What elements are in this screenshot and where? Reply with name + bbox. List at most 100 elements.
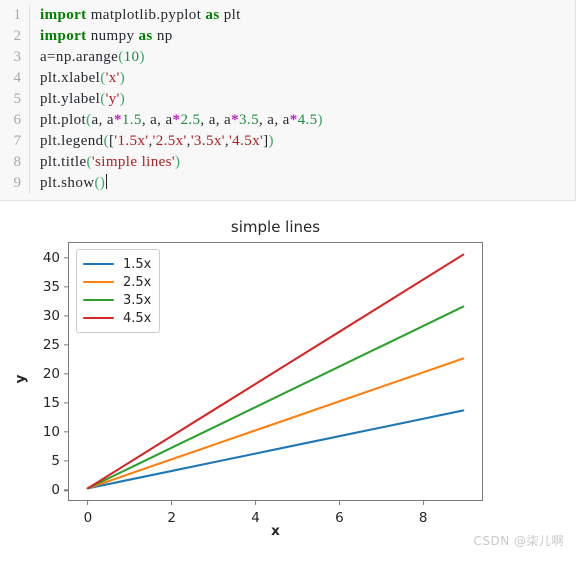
legend-entry: 2.5x	[83, 273, 151, 291]
code-token: )	[175, 154, 181, 170]
line-number: 5	[0, 89, 30, 110]
code-token: 10	[123, 49, 140, 65]
code-token: 1.5	[121, 112, 142, 128]
code-token: )	[99, 175, 106, 191]
code-token: 'simple lines'	[91, 154, 176, 170]
code-line[interactable]: 7 plt.legend(['1.5x','2.5x','3.5x','4.5x'…	[0, 131, 575, 152]
code-token: '1.5x'	[114, 133, 149, 149]
code-editor-panel[interactable]: 1 import matplotlib.pyplot as plt 2 import …	[0, 0, 576, 201]
x-axis-tick: 2	[167, 500, 176, 526]
data-series-line	[88, 307, 463, 489]
code-token: '2.5x'	[152, 133, 187, 149]
legend-label: 4.5x	[123, 310, 152, 326]
code-token: , a, a	[141, 112, 173, 128]
code-token: as	[138, 28, 153, 44]
x-axis-tick: 8	[419, 500, 428, 526]
code-line-text: plt.legend(['1.5x','2.5x','3.5x','4.5x']…	[30, 131, 274, 152]
code-token: )	[119, 91, 126, 107]
text-cursor	[106, 174, 108, 189]
legend-entry: 1.5x	[83, 255, 151, 273]
code-lines-container: 1 import matplotlib.pyplot as plt 2 import …	[0, 5, 575, 194]
legend-entry: 4.5x	[83, 309, 151, 327]
code-token: plt.plot	[40, 112, 87, 128]
legend-label: 2.5x	[123, 274, 152, 290]
legend-color-swatch	[83, 316, 114, 320]
code-token: )	[268, 133, 274, 149]
watermark: CSDN @柒儿啊	[473, 534, 564, 548]
code-line-text: import numpy as np	[30, 26, 173, 47]
code-token: 'y'	[105, 91, 120, 107]
code-line[interactable]: 8 plt.title('simple lines')	[0, 152, 575, 173]
legend-color-swatch	[83, 262, 114, 266]
code-token: '4.5x'	[229, 133, 264, 149]
legend-label: 3.5x	[123, 292, 152, 308]
code-token: plt.xlabel	[40, 70, 101, 86]
code-token: plt.title	[40, 154, 87, 170]
code-token: plt.ylabel	[40, 91, 101, 107]
y-axis-tick: 10	[43, 424, 69, 440]
code-token: , a, a	[200, 112, 232, 128]
line-number: 6	[0, 110, 30, 131]
code-line[interactable]: 1 import matplotlib.pyplot as plt	[0, 5, 575, 26]
code-token: import	[40, 7, 87, 23]
y-axis-tick: 15	[43, 395, 69, 411]
line-number: 7	[0, 131, 30, 152]
code-line-text: plt.title('simple lines')	[30, 152, 180, 173]
code-line[interactable]: 2 import numpy as np	[0, 26, 575, 47]
x-axis-tick: 4	[251, 500, 260, 526]
y-axis-tick: 35	[43, 279, 69, 295]
code-token: import	[40, 28, 87, 44]
code-line-text: plt.show()	[30, 173, 108, 194]
code-token: , a, a	[258, 112, 290, 128]
plot-area: 1.5x 2.5x 3.5x 4.5x 0 5 10 15 20 25 30 35 40 0 2 4 6 8	[43, 242, 483, 526]
code-line[interactable]: 9 plt.show()	[0, 173, 575, 194]
code-line[interactable]: 5 plt.ylabel('y')	[0, 89, 575, 110]
code-line-text: plt.plot(a, a*1.5, a, a*2.5, a, a*3.5, a…	[30, 110, 323, 131]
code-token: )	[119, 70, 126, 86]
code-line[interactable]: 6 plt.plot(a, a*1.5, a, a*2.5, a, a*3.5, …	[0, 110, 575, 131]
y-axis-tick: 40	[43, 250, 69, 266]
x-axis-tick: 6	[335, 500, 344, 526]
legend-color-swatch	[83, 298, 114, 302]
code-token: a=np.arange	[40, 49, 119, 65]
code-token: 2.5	[180, 112, 201, 128]
code-token: matplotlib.pyplot	[86, 7, 206, 23]
y-axis-label: y	[12, 374, 29, 384]
line-number: 9	[0, 173, 30, 194]
data-series-line	[88, 359, 463, 489]
line-number: 1	[0, 5, 30, 26]
code-token: plt	[219, 7, 241, 23]
code-token: a, a	[91, 112, 114, 128]
code-line[interactable]: 4 plt.xlabel('x')	[0, 68, 575, 89]
line-number: 3	[0, 47, 30, 68]
y-axis-tick: 30	[43, 308, 69, 324]
code-line[interactable]: 3 a=np.arange(10)	[0, 47, 575, 68]
matplotlib-figure: simple lines y x 1.5x 2.5x 3.5x 4.5x 0 5 10 15…	[0, 201, 576, 563]
code-token: 4.5	[297, 112, 318, 128]
chart-legend: 1.5x 2.5x 3.5x 4.5x	[76, 249, 161, 333]
code-token: numpy	[86, 28, 139, 44]
line-number: 4	[0, 68, 30, 89]
legend-entry: 3.5x	[83, 291, 151, 309]
code-token: np	[152, 28, 173, 44]
code-token: plt.show	[40, 175, 95, 191]
code-token: *	[113, 112, 122, 128]
code-token: 3.5	[239, 112, 259, 128]
x-axis-tick: 0	[84, 500, 93, 526]
legend-color-swatch	[83, 280, 114, 284]
line-number: 8	[0, 152, 30, 173]
code-line-text: a=np.arange(10)	[30, 47, 145, 68]
code-line-text: import matplotlib.pyplot as plt	[30, 5, 241, 26]
chart-title: simple lines	[230, 218, 321, 236]
y-axis-tick: 25	[43, 337, 69, 353]
code-token: plt.legend	[40, 133, 104, 149]
code-token: )	[317, 112, 323, 128]
code-token: )	[139, 49, 145, 65]
y-axis-tick: 0	[51, 482, 69, 498]
data-series-line	[88, 410, 463, 488]
code-token: '3.5x'	[190, 133, 225, 149]
code-line-text: plt.ylabel('y')	[30, 89, 125, 110]
line-number: 2	[0, 26, 30, 47]
legend-label: 1.5x	[123, 256, 152, 272]
code-line-text: plt.xlabel('x')	[30, 68, 125, 89]
